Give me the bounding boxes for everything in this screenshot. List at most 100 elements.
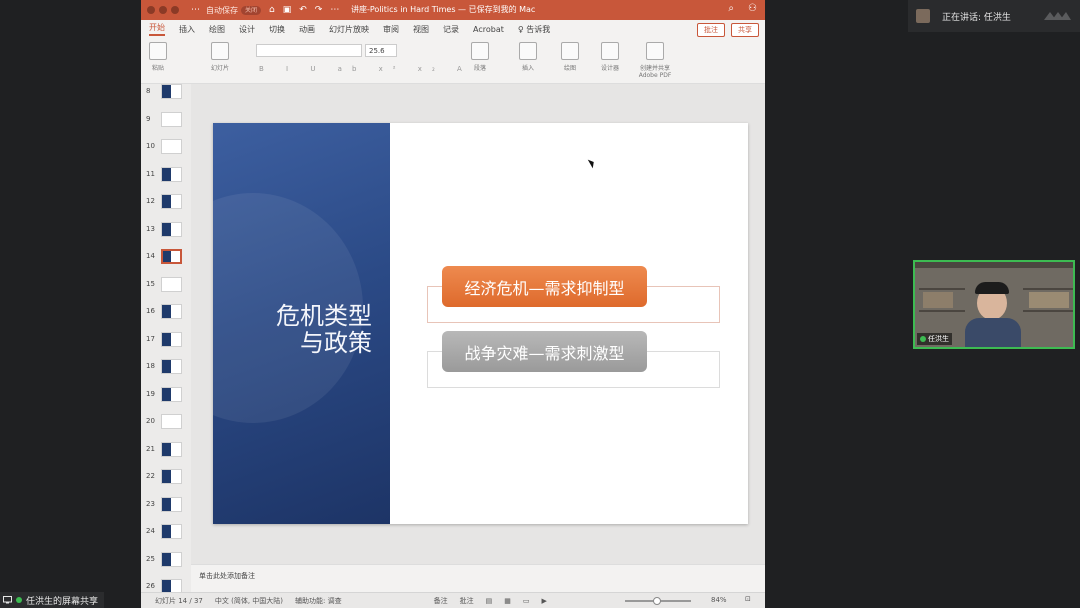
- item1-pill[interactable]: 经济危机—需求抑制型: [442, 266, 647, 307]
- tab-acrobat[interactable]: Acrobat: [473, 25, 504, 34]
- notes-pane[interactable]: 单击此处添加备注: [191, 564, 765, 592]
- camera-tile[interactable]: 任洪生: [913, 260, 1075, 349]
- slide-thumbnail-image[interactable]: [161, 441, 182, 457]
- slide-thumbnail[interactable]: 8: [141, 84, 191, 104]
- adobe-pdf-group[interactable]: 创建并共享 Adobe PDF: [635, 42, 675, 79]
- more-icon[interactable]: ⋯: [191, 5, 200, 15]
- drawing-icon: [561, 42, 579, 60]
- slide-thumbnail-image[interactable]: [161, 304, 182, 319]
- slide-thumbnail[interactable]: 19: [141, 386, 191, 407]
- search-icon[interactable]: ⌕: [728, 3, 734, 14]
- tab-view[interactable]: 视图: [413, 24, 429, 35]
- slide-thumbnail[interactable]: 15: [141, 276, 191, 297]
- slideshow-view-icon[interactable]: ▶: [541, 597, 546, 605]
- slide-thumbnail-image[interactable]: [161, 276, 182, 292]
- slide-thumbnail[interactable]: 9: [141, 111, 191, 132]
- slide-thumbnail-image[interactable]: [161, 551, 182, 567]
- slide-thumbnail-image[interactable]: [161, 359, 182, 374]
- slide-thumbnail[interactable]: 26: [141, 579, 191, 592]
- tab-transitions[interactable]: 切换: [269, 24, 285, 35]
- save-icon[interactable]: ▣: [283, 5, 292, 15]
- minimize-button[interactable]: [159, 6, 167, 14]
- zoom-level[interactable]: 84%: [711, 596, 727, 604]
- paste-group[interactable]: 粘贴: [149, 42, 167, 72]
- slide-thumbnail-image[interactable]: [161, 249, 182, 264]
- tab-home[interactable]: 开始: [149, 22, 165, 36]
- slide-thumbnail-image[interactable]: [161, 84, 182, 99]
- home-icon[interactable]: ⌂: [269, 5, 275, 15]
- autosave-toggle[interactable]: 关闭: [241, 5, 261, 15]
- tab-insert[interactable]: 插入: [179, 24, 195, 35]
- slide-thumbnail[interactable]: 18: [141, 359, 191, 379]
- zoom-slider-handle[interactable]: [653, 597, 661, 605]
- tab-draw[interactable]: 绘图: [209, 24, 225, 35]
- slide-thumbnail[interactable]: 25: [141, 551, 191, 572]
- slide-thumbnail[interactable]: 24: [141, 524, 191, 544]
- slide-thumbnail-image[interactable]: [161, 166, 182, 182]
- slide-thumbnail-image[interactable]: [161, 579, 182, 592]
- slide-thumbnail-number: 22: [146, 472, 155, 480]
- comments-status-button[interactable]: 批注: [460, 596, 474, 606]
- slide-thumbnail-image[interactable]: [161, 414, 182, 429]
- slide-thumbnail[interactable]: 10: [141, 139, 191, 159]
- close-button[interactable]: [147, 6, 155, 14]
- undo-icon[interactable]: ↶: [299, 5, 307, 15]
- slide-thumbnail[interactable]: 16: [141, 304, 191, 324]
- drawing-group[interactable]: 绘图: [561, 42, 579, 72]
- sorter-view-icon[interactable]: ▦: [504, 597, 511, 605]
- powerpoint-window: ⋯ 自动保存 关闭 ⌂ ▣ ↶ ↷ ⋯ 讲座-Politics in Hard …: [141, 0, 765, 608]
- slide-thumbnails-pane[interactable]: 8 9 10 11 12 13 14 15 16 17 18 19 20 21 22 23 24 25 26: [141, 84, 191, 592]
- zoom-button[interactable]: [171, 6, 179, 14]
- slide-thumbnail[interactable]: 22: [141, 469, 191, 489]
- slide-thumbnail-image[interactable]: [161, 139, 182, 154]
- font-size-field[interactable]: 25.6: [365, 44, 397, 57]
- slide-thumbnail[interactable]: 13: [141, 221, 191, 242]
- font-name-field[interactable]: [256, 44, 362, 57]
- tab-record[interactable]: 记录: [443, 24, 459, 35]
- paragraph-group[interactable]: 段落: [471, 42, 489, 72]
- slide-thumbnail-image[interactable]: [161, 221, 182, 237]
- slide-thumbnail-image[interactable]: [161, 496, 182, 512]
- slide-thumbnail-image[interactable]: [161, 524, 182, 539]
- language-indicator[interactable]: 中文 (简体, 中国大陆): [215, 596, 283, 606]
- slide-thumbnail[interactable]: 23: [141, 496, 191, 517]
- share-person-icon[interactable]: ⚇: [748, 3, 757, 14]
- tab-design[interactable]: 设计: [239, 24, 255, 35]
- slide-thumbnail-image[interactable]: [161, 469, 182, 484]
- tell-me[interactable]: ♀ 告诉我: [518, 24, 550, 35]
- screen-share-label[interactable]: 任洪生的屏幕共享: [0, 592, 105, 608]
- comments-button[interactable]: 批注: [697, 23, 725, 37]
- item2-pill[interactable]: 战争灾难—需求刺激型: [442, 331, 647, 372]
- autosave-label: 自动保存: [206, 5, 238, 15]
- current-slide[interactable]: 危机类型 与政策 经济危机—需求抑制型 战争灾难—需求刺激型: [213, 123, 748, 524]
- notes-button[interactable]: 备注: [434, 596, 448, 606]
- slide-thumbnail-image[interactable]: [161, 111, 182, 127]
- slide-thumbnail-number: 24: [146, 527, 155, 535]
- tab-review[interactable]: 审阅: [383, 24, 399, 35]
- slide-thumbnail[interactable]: 21: [141, 441, 191, 462]
- slide-thumbnail[interactable]: 12: [141, 194, 191, 214]
- accessibility-indicator[interactable]: 辅助功能: 调查: [295, 596, 342, 606]
- overflow-icon[interactable]: ⋯: [330, 5, 339, 15]
- slide-thumbnail-number: 15: [146, 279, 155, 288]
- tab-animations[interactable]: 动画: [299, 24, 315, 35]
- format-buttons[interactable]: B I U ab x² x₂ A: [259, 65, 472, 73]
- tell-me-label: 告诉我: [526, 24, 551, 34]
- fit-window-icon[interactable]: ⊡: [745, 595, 751, 603]
- slide-thumbnail[interactable]: 14: [141, 249, 191, 269]
- slide-thumbnail-image[interactable]: [161, 386, 182, 402]
- reading-view-icon[interactable]: ▭: [523, 597, 530, 605]
- new-slide-group[interactable]: 幻灯片: [211, 42, 229, 72]
- slide-thumbnail[interactable]: 17: [141, 331, 191, 352]
- redo-icon[interactable]: ↷: [315, 5, 323, 15]
- normal-view-icon[interactable]: ▤: [486, 597, 493, 605]
- slide-thumbnail-image[interactable]: [161, 331, 182, 347]
- tab-slideshow[interactable]: 幻灯片放映: [329, 24, 369, 35]
- slide-thumbnail[interactable]: 20: [141, 414, 191, 434]
- share-button[interactable]: 共享: [731, 23, 759, 37]
- slide-thumbnail[interactable]: 11: [141, 166, 191, 187]
- insert-group[interactable]: 插入: [519, 42, 537, 72]
- designer-group[interactable]: 设计器: [601, 42, 619, 72]
- slide-title[interactable]: 危机类型 与政策: [276, 303, 372, 357]
- slide-thumbnail-image[interactable]: [161, 194, 182, 209]
